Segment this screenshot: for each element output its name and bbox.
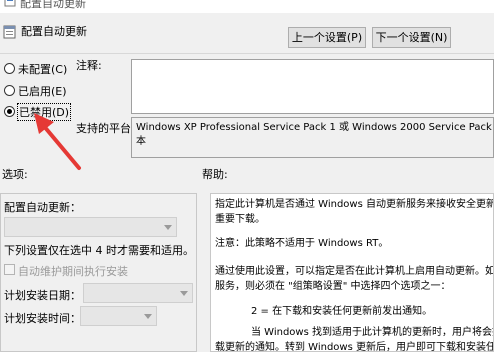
- window-title: 配置自动更新: [20, 0, 86, 10]
- help-text: 指定此计算机是否通过 Windows 自动更新服务来接收安全更新和其: [215, 199, 494, 210]
- radio-button[interactable]: [4, 85, 15, 96]
- radio-label: 已启用(E): [18, 85, 67, 98]
- help-text: 当 Windows 找到适用于此计算机的更新时，用户将会接到通: [251, 327, 493, 338]
- radio-label: 未配置(C): [18, 63, 68, 76]
- title-bar: 配置自动更新: [0, 0, 494, 13]
- help-text: 2 = 在下载和安装任何更新前发出通知。: [251, 306, 433, 317]
- auto-update-dropdown[interactable]: [4, 217, 177, 237]
- comment-textarea[interactable]: [131, 59, 494, 114]
- header-divider: [0, 53, 494, 54]
- red-arrow-icon: [34, 113, 81, 170]
- policy-icon: [3, 25, 16, 39]
- chevron-down-icon: [164, 225, 172, 230]
- comment-label: 注释:: [76, 59, 102, 72]
- radio-button[interactable]: [4, 106, 15, 117]
- auto-update-label: 配置自动更新：: [4, 201, 81, 214]
- applies-note: 下列设置仅在选中 4 时才需要和适用。: [4, 244, 194, 257]
- install-time-dropdown[interactable]: [80, 306, 157, 326]
- help-section-label: 帮助:: [202, 168, 228, 181]
- radio-selected-dot: [7, 109, 12, 114]
- help-text: 通过使用此设置，可以指定是否在此计算机上启用自动更新。如果启: [215, 266, 494, 277]
- platform-field: Windows XP Professional Service Pack 1 或…: [131, 117, 494, 158]
- platform-text: Windows XP Professional Service Pack 1 或…: [136, 122, 493, 133]
- setting-title: 配置自动更新: [21, 25, 87, 38]
- chevron-down-icon: [180, 291, 188, 296]
- install-day-dropdown[interactable]: [83, 283, 193, 303]
- install-day-label: 计划安装日期：: [4, 289, 81, 302]
- policy-icon: [4, 0, 16, 7]
- options-section-label: 选项:: [2, 168, 28, 181]
- help-text: 重要下载。: [215, 214, 265, 225]
- chevron-down-icon: [144, 314, 152, 319]
- help-text: 服务，则必须在 "组策略设置" 中选择四个选项之一：: [215, 281, 451, 292]
- help-text: 注意：此策略不适用于 Windows RT。: [215, 238, 389, 249]
- install-time-label: 计划安装时间：: [4, 312, 81, 325]
- next-setting-button[interactable]: 下一个设置(N): [372, 27, 451, 48]
- help-text: 载更新的通知。转到 Windows 更新后，用户即可下载和安装任何可: [215, 342, 494, 352]
- previous-setting-button[interactable]: 上一个设置(P): [288, 27, 366, 48]
- radio-button[interactable]: [4, 63, 15, 74]
- help-panel: 指定此计算机是否通过 Windows 自动更新服务来接收安全更新和其 重要下载。…: [210, 193, 494, 352]
- platform-text-continued: 本: [136, 136, 146, 147]
- checkbox[interactable]: [4, 264, 15, 275]
- checkbox-label: 自动维护期间执行安装: [18, 265, 128, 278]
